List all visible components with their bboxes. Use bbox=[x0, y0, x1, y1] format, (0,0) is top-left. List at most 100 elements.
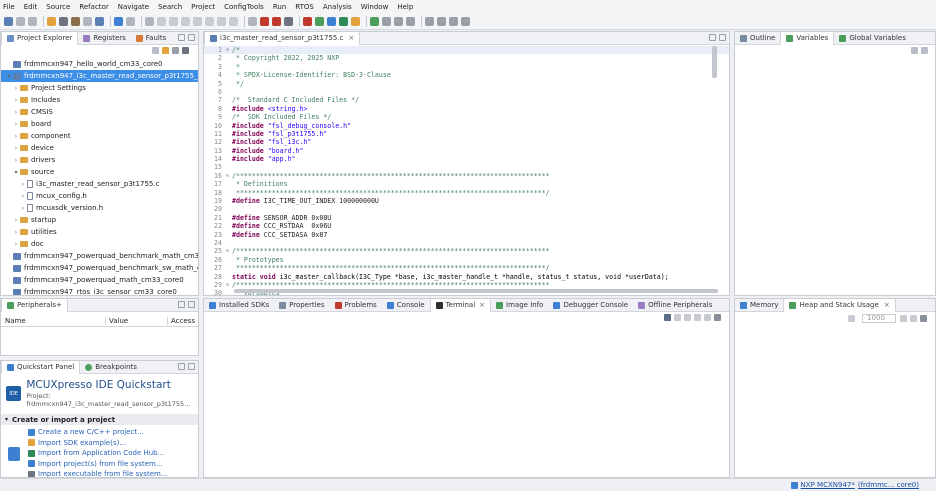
create-import-section[interactable]: ▾ Create or import a project bbox=[1, 414, 198, 425]
view-menu-icon[interactable] bbox=[182, 47, 189, 54]
tree-item[interactable]: frdmmcxn947_rtos_i3c_sensor_cm33_core0 bbox=[1, 286, 198, 295]
tab-installed-sdks[interactable]: Installed SDKs bbox=[204, 299, 274, 312]
zoom-icon[interactable] bbox=[900, 314, 907, 322]
expand-arrow-icon[interactable]: ▾ bbox=[5, 73, 13, 80]
tree-item[interactable]: › device bbox=[1, 142, 198, 154]
expand-arrow-icon[interactable]: › bbox=[19, 205, 27, 212]
tab-peripherals[interactable]: Peripherals+ bbox=[1, 298, 68, 312]
expand-arrow-icon[interactable]: › bbox=[12, 217, 20, 224]
toolbar-button-icon[interactable] bbox=[406, 16, 415, 26]
toolbar-button-icon[interactable] bbox=[461, 16, 470, 26]
toolbar-button-icon[interactable] bbox=[205, 16, 214, 26]
expand-arrow-icon[interactable]: › bbox=[19, 193, 27, 200]
menu-item-search[interactable]: Search bbox=[158, 3, 182, 11]
toolbar-button-icon[interactable] bbox=[4, 16, 13, 26]
tree-item[interactable]: › i3c_master_read_sensor_p3t1755.c bbox=[1, 178, 198, 190]
menu-item-refactor[interactable]: Refactor bbox=[79, 3, 108, 11]
toolbar-button-icon[interactable] bbox=[71, 16, 80, 26]
tab-quickstart[interactable]: Quickstart Panel bbox=[1, 361, 81, 374]
toolbar-button-icon[interactable] bbox=[437, 16, 446, 26]
toolbar-button-icon[interactable] bbox=[145, 16, 154, 26]
expand-arrow-icon[interactable]: › bbox=[12, 121, 20, 128]
minimize-icon[interactable] bbox=[178, 363, 185, 370]
tree-item[interactable]: › mcuxsdk_version.h bbox=[1, 202, 198, 214]
expand-arrow-icon[interactable]: › bbox=[19, 181, 27, 188]
toolbar-button-icon[interactable] bbox=[327, 16, 336, 26]
toolbar-button-icon[interactable] bbox=[16, 16, 25, 26]
tab-offline-peripherals[interactable]: Offline Peripherals bbox=[633, 299, 717, 312]
toolbar-button-icon[interactable] bbox=[169, 16, 178, 26]
quickstart-link[interactable]: Create a new C/C++ project... bbox=[1, 427, 198, 438]
quickstart-link[interactable]: Import executable from file system... bbox=[1, 469, 198, 477]
scroll-lock-icon[interactable] bbox=[674, 314, 681, 321]
tab-problems[interactable]: Problems bbox=[330, 299, 382, 312]
view-menu-icon[interactable] bbox=[920, 314, 927, 322]
tree-item[interactable]: › doc bbox=[1, 238, 198, 250]
terminal-new-icon[interactable] bbox=[664, 314, 671, 321]
tab-terminal[interactable]: Terminal × bbox=[429, 298, 492, 312]
tab-console[interactable]: Console bbox=[382, 299, 430, 312]
toolbar-button-icon[interactable] bbox=[59, 16, 68, 26]
toolbar-button-icon[interactable] bbox=[95, 16, 104, 26]
menu-item-source[interactable]: Source bbox=[46, 3, 70, 11]
quickstart-link[interactable]: Import project(s) from file system... bbox=[1, 459, 198, 470]
toolbar-button-icon[interactable] bbox=[351, 16, 360, 26]
tab-editor-file[interactable]: i3c_master_read_sensor_p3t1755.c × bbox=[204, 32, 361, 45]
close-icon[interactable]: × bbox=[348, 34, 354, 42]
minimize-icon[interactable] bbox=[178, 34, 185, 41]
tree-item[interactable]: › CMSIS bbox=[1, 106, 198, 118]
expand-arrow-icon[interactable]: › bbox=[12, 241, 20, 248]
toolbar-button-icon[interactable] bbox=[394, 16, 403, 26]
tree-item[interactable]: › component bbox=[1, 130, 198, 142]
toolbar-button-icon[interactable] bbox=[181, 16, 190, 26]
tab-project-explorer[interactable]: Project Explorer bbox=[1, 32, 79, 45]
expand-arrow-icon[interactable]: › bbox=[12, 157, 20, 164]
menu-item-file[interactable]: File bbox=[3, 3, 15, 11]
tree-item[interactable]: frdmmcxn947_powerquad_math_cm33_core0 bbox=[1, 274, 198, 286]
refresh-icon[interactable] bbox=[848, 314, 856, 322]
close-icon[interactable]: × bbox=[884, 301, 890, 309]
tree-item[interactable]: › Includes bbox=[1, 94, 198, 106]
tab-registers[interactable]: Registers bbox=[78, 32, 130, 45]
menu-item-navigate[interactable]: Navigate bbox=[118, 3, 149, 11]
tree-item[interactable]: › Project Settings bbox=[1, 82, 198, 94]
expand-arrow-icon[interactable]: › bbox=[12, 97, 20, 104]
toolbar-button-icon[interactable] bbox=[339, 16, 348, 26]
tab-outline[interactable]: Outline bbox=[735, 32, 780, 45]
toolbar-button-icon[interactable] bbox=[284, 16, 293, 26]
filter-icon[interactable] bbox=[172, 47, 179, 54]
code-editor[interactable]: 1 ⊖/* 2 * Copyright 2022, 2025 NXP 3 * 4 * S… bbox=[204, 45, 729, 295]
tree-item[interactable]: › utilities bbox=[1, 226, 198, 238]
menu-item-configtools[interactable]: ConfigTools bbox=[224, 3, 264, 11]
toolbar-button-icon[interactable] bbox=[248, 16, 257, 26]
expand-arrow-icon[interactable]: › bbox=[12, 229, 20, 236]
menu-item-rtos[interactable]: RTOS bbox=[295, 3, 314, 11]
menu-item-edit[interactable]: Edit bbox=[24, 3, 38, 11]
link-editor-icon[interactable] bbox=[162, 47, 169, 54]
copy-icon[interactable] bbox=[684, 314, 691, 321]
tab-faults[interactable]: Faults bbox=[131, 32, 171, 45]
expand-arrow-icon[interactable]: › bbox=[12, 109, 20, 116]
collapse-all-icon[interactable] bbox=[152, 47, 159, 54]
expand-arrow-icon[interactable]: ▾ bbox=[12, 169, 20, 176]
paste-icon[interactable] bbox=[694, 314, 701, 321]
tab-debugger-console[interactable]: Debugger Console bbox=[548, 299, 633, 312]
toolbar-button-icon[interactable] bbox=[382, 16, 391, 26]
toolbar-button-icon[interactable] bbox=[425, 16, 434, 26]
toolbar-button-icon[interactable] bbox=[315, 16, 324, 26]
settings-icon[interactable] bbox=[910, 314, 917, 322]
tab-heap-stack[interactable]: Heap and Stack Usage × bbox=[783, 298, 896, 312]
expand-arrow-icon[interactable]: › bbox=[12, 145, 20, 152]
tree-item[interactable]: › board bbox=[1, 118, 198, 130]
tree-item[interactable]: › startup bbox=[1, 214, 198, 226]
expand-arrow-icon[interactable]: › bbox=[12, 133, 20, 140]
toolbar-button-icon[interactable] bbox=[28, 16, 37, 26]
view-menu-icon[interactable] bbox=[714, 314, 721, 321]
menu-item-project[interactable]: Project bbox=[191, 3, 215, 11]
quickstart-link[interactable]: Import from Application Code Hub... bbox=[1, 448, 198, 459]
toolbar-button-icon[interactable] bbox=[47, 16, 56, 26]
tree-item[interactable]: › mcux_config.h bbox=[1, 190, 198, 202]
toolbar-button-icon[interactable] bbox=[260, 16, 269, 26]
tab-properties[interactable]: Properties bbox=[274, 299, 329, 312]
tab-global-variables[interactable]: Global Variables bbox=[834, 32, 911, 45]
